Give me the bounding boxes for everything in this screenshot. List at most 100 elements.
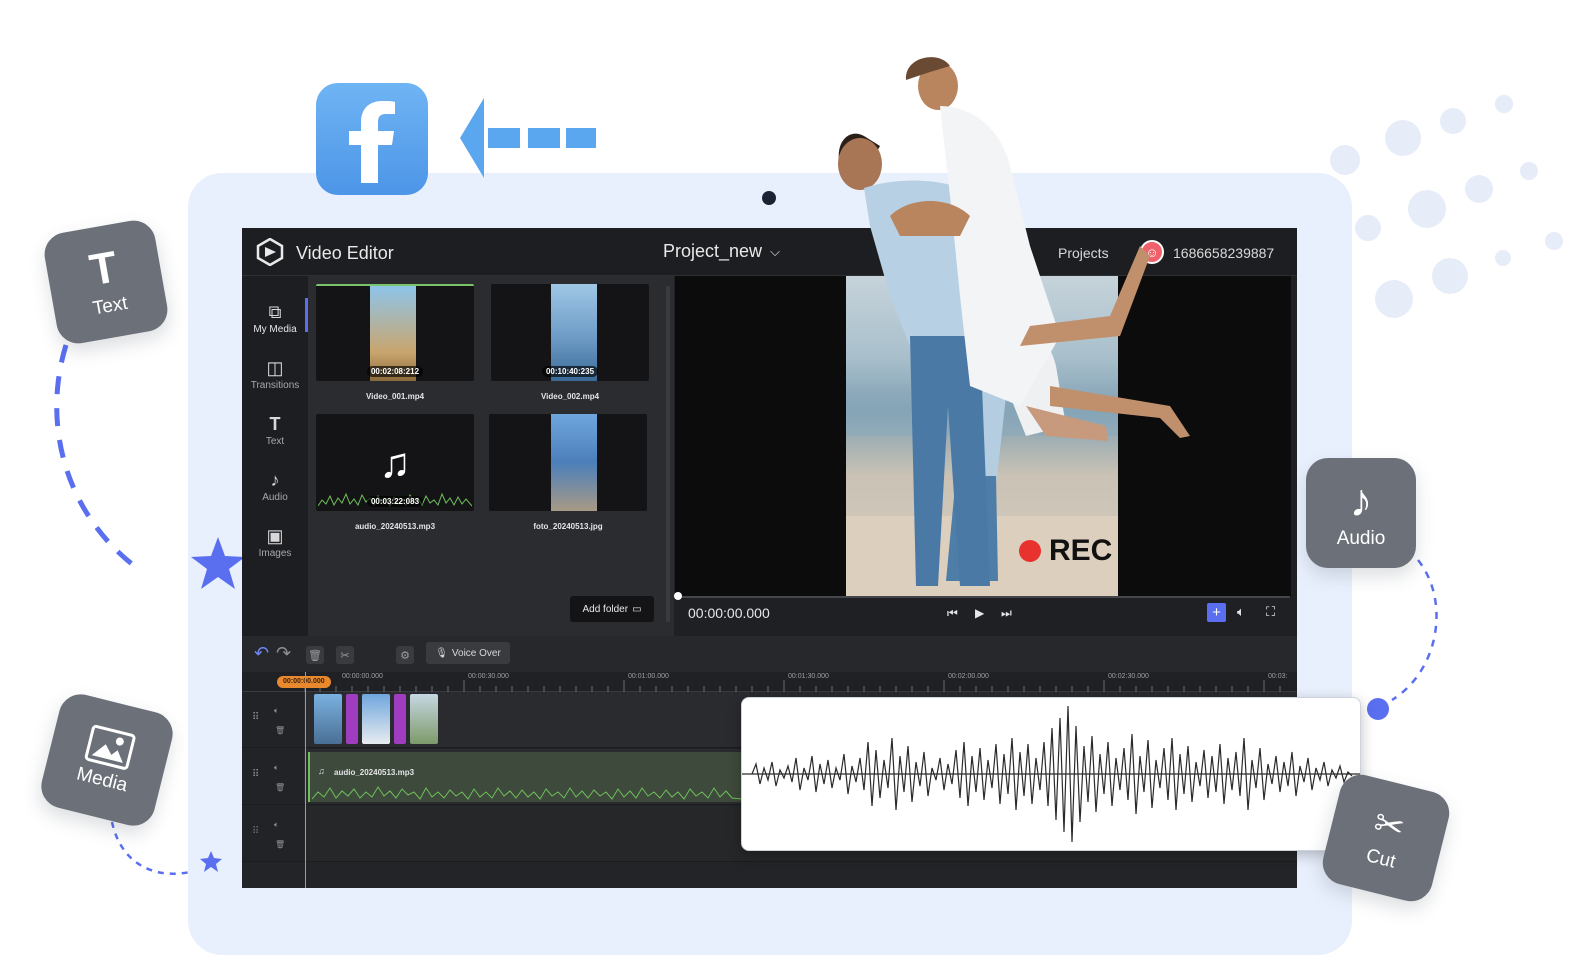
ruler-ticks <box>304 680 1281 692</box>
project-name: Project_new <box>663 241 763 261</box>
timeline-ruler: 00:00:00.000 00:00:30.000 00:01:00.000 0… <box>242 672 1297 692</box>
transition-clip[interactable] <box>346 694 358 744</box>
playhead-line <box>305 672 306 888</box>
text-icon: T <box>269 413 281 434</box>
track-header: ⠿ 🔈︎ 🗑︎ <box>242 749 304 804</box>
sidebar-item-my-media[interactable]: ⧉ My Media <box>242 292 308 344</box>
images-icon: ▣ <box>266 525 284 546</box>
delete-track-icon[interactable]: 🗑︎ <box>275 840 285 849</box>
add-folder-label: Add folder <box>582 603 629 615</box>
transition-clip[interactable] <box>394 694 406 744</box>
microphone-icon: 🎙︎ <box>435 647 448 659</box>
voice-over-button[interactable]: 🎙︎ Voice Over <box>426 642 510 664</box>
scissors-icon: ✂ <box>1369 801 1409 849</box>
audio-tool-tile[interactable]: ♪ Audio <box>1306 458 1416 568</box>
delete-track-icon[interactable]: 🗑︎ <box>275 783 285 792</box>
folder-icon: ▭ <box>632 603 642 615</box>
current-time: 00:00:00.000 <box>688 605 770 621</box>
text-tool-tile[interactable]: T Text <box>41 217 171 347</box>
video-clip[interactable] <box>362 694 390 744</box>
track-header: ⠿ 🔈︎ 🗑︎ <box>242 692 304 747</box>
split-icon[interactable]: ✂ <box>336 646 354 664</box>
app-title: Video Editor <box>296 243 394 263</box>
settings-icon[interactable]: ⚙ <box>396 646 414 664</box>
ruler-label: 00:03: <box>1268 673 1288 680</box>
sidebar-item-label: Transitions <box>250 379 300 391</box>
drag-handle-icon[interactable]: ⠿ <box>252 712 259 723</box>
ruler-label: 00:00:30.000 <box>468 673 509 680</box>
cut-tool-label: Cut <box>1363 845 1398 873</box>
sidebar-item-transitions[interactable]: ◫ Transitions <box>242 348 308 400</box>
redo-icon[interactable]: ↷ <box>276 643 291 664</box>
couple-photo <box>838 57 1190 586</box>
photo-thumbnail <box>551 414 597 511</box>
drag-handle-icon[interactable]: ⠿ <box>252 769 259 780</box>
mute-icon[interactable]: 🔈︎ <box>274 763 279 773</box>
voice-over-label: Voice Over <box>451 647 501 659</box>
audio-clip-waveform <box>312 786 742 800</box>
ruler-label: 00:01:00.000 <box>628 673 669 680</box>
media-item[interactable]: 00:10:40:235 <box>491 284 649 381</box>
arrow-left-icon <box>460 98 596 178</box>
media-filename: Video_001.mp4 <box>365 392 425 401</box>
audio-tool-label: Audio <box>1336 528 1386 549</box>
seek-handle[interactable] <box>674 592 682 600</box>
sidebar: ⧉ My Media ◫ Transitions T Text ♪ Audio … <box>242 276 308 636</box>
media-filename: foto_20240513.jpg <box>533 522 603 531</box>
audio-icon: ♪ <box>270 469 280 490</box>
volume-icon[interactable]: 🔈︎ <box>1237 604 1245 620</box>
step-forward-icon[interactable]: ⏭ <box>1001 606 1012 621</box>
sidebar-item-label: Images <box>258 547 292 559</box>
sidebar-item-audio[interactable]: ♪ Audio <box>242 460 308 512</box>
sidebar-item-label: My Media <box>253 323 297 335</box>
mute-icon[interactable]: 🔈︎ <box>274 820 279 830</box>
media-panel: 00:02:08:212 Video_001.mp4 00:10:40:235 … <box>308 276 674 636</box>
media-item[interactable] <box>489 414 647 511</box>
text-tool-label: Text <box>91 292 130 320</box>
duration-badge: 00:03:22:083 <box>366 496 424 507</box>
sidebar-item-images[interactable]: ▣ Images <box>242 516 308 568</box>
video-clip[interactable] <box>314 694 342 744</box>
text-tool-icon: T <box>86 242 122 296</box>
timeline-toolbar: ↶ ↷ 🗑︎ ✂ ⚙ 🎙︎ Voice Over <box>242 636 1297 672</box>
playhead-time[interactable]: 00:00:00.000 <box>277 676 331 688</box>
sidebar-item-text[interactable]: T Text <box>242 404 308 456</box>
sidebar-item-label: Text <box>265 435 285 447</box>
ruler-label: 00:01:30.000 <box>788 673 829 680</box>
facebook-logo-icon <box>316 83 428 195</box>
audio-clip[interactable]: ♫ audio_20240513.mp3 <box>308 752 748 802</box>
mute-icon[interactable]: 🔈︎ <box>274 706 279 716</box>
ruler-label: 00:02:00.000 <box>948 673 989 680</box>
fullscreen-icon[interactable]: ⛶ <box>1266 604 1275 620</box>
audio-waveform <box>742 705 1360 843</box>
play-icon[interactable]: ▶ <box>975 606 984 620</box>
video-clip[interactable] <box>410 694 438 744</box>
media-filename: audio_20240513.mp3 <box>354 522 436 531</box>
duration-badge: 00:10:40:235 <box>541 366 599 377</box>
audio-clip-name: audio_20240513.mp3 <box>334 768 415 777</box>
add-to-timeline-button[interactable]: + <box>1207 603 1226 622</box>
delete-track-icon[interactable]: 🗑︎ <box>275 726 285 735</box>
duration-badge: 00:02:08:212 <box>366 366 424 377</box>
media-item[interactable]: 00:02:08:212 <box>316 284 474 381</box>
music-note-icon: ♪ <box>1349 474 1373 526</box>
add-folder-button[interactable]: Add folder ▭ <box>570 596 654 622</box>
chevron-down-icon: ⌵ <box>770 243 780 259</box>
scrollbar[interactable] <box>666 286 670 622</box>
app-logo-icon <box>256 238 284 266</box>
delete-icon[interactable]: 🗑︎ <box>306 646 324 664</box>
step-back-icon[interactable]: ⏮ <box>947 606 958 621</box>
undo-icon[interactable]: ↶ <box>254 643 269 664</box>
media-item[interactable]: ♫ 00:03:22:083 <box>316 414 474 511</box>
project-selector[interactable]: Project_new ⌵ <box>663 241 780 262</box>
seek-bar[interactable] <box>676 596 1290 598</box>
ruler-label: 00:00:00.000 <box>342 673 383 680</box>
transitions-icon: ◫ <box>266 357 284 378</box>
music-note-icon: ♫ <box>318 766 325 776</box>
media-icon: ⧉ <box>268 301 282 322</box>
sidebar-item-label: Audio <box>262 491 288 503</box>
waveform-zoom-panel <box>741 697 1361 851</box>
media-filename: Video_002.mp4 <box>540 392 600 401</box>
ruler-label: 00:02:30.000 <box>1108 673 1149 680</box>
drag-handle-icon[interactable]: ⠿ <box>252 826 259 837</box>
